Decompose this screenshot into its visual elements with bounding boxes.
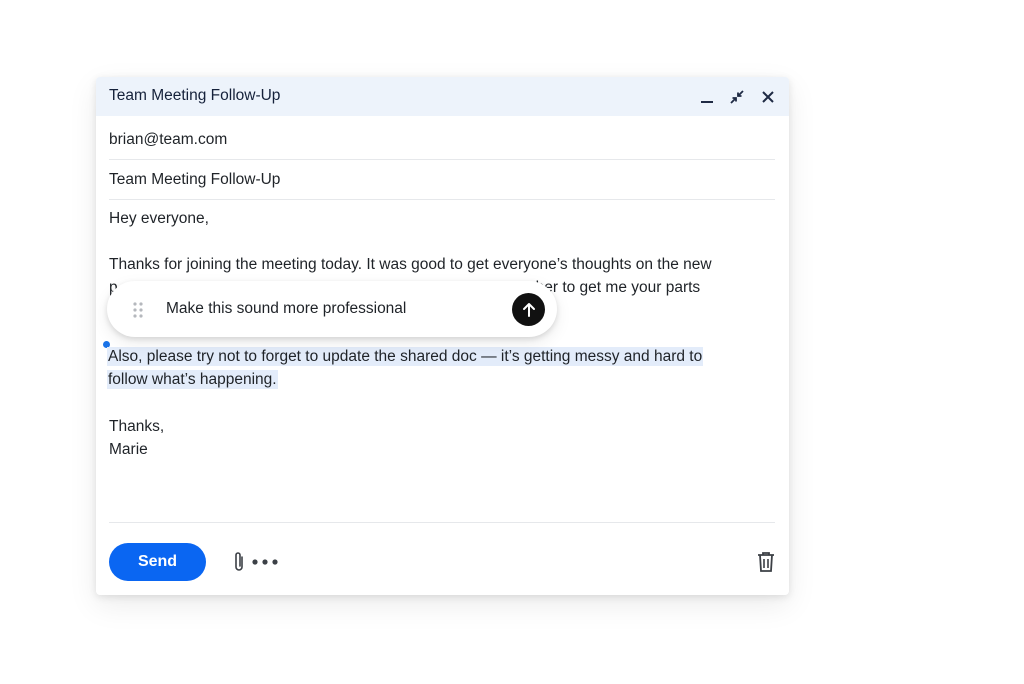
send-button[interactable]: Send: [109, 543, 206, 581]
compose-window: Team Meeting Follow-Up brian@team.com Te…: [96, 77, 789, 595]
body-greeting[interactable]: Hey everyone,: [109, 207, 209, 230]
arrow-up-icon: [522, 302, 535, 317]
compose-titlebar[interactable]: Team Meeting Follow-Up: [96, 77, 789, 116]
trash-icon[interactable]: [757, 551, 775, 573]
collapse-icon: [730, 90, 744, 104]
subject-field[interactable]: Team Meeting Follow-Up: [109, 160, 775, 200]
body-signature[interactable]: Marie: [109, 438, 148, 461]
paperclip-icon[interactable]: [232, 551, 246, 573]
ai-submit-button[interactable]: [512, 293, 545, 326]
minimize-button[interactable]: [697, 87, 717, 107]
window-title: Team Meeting Follow-Up: [109, 87, 281, 104]
to-field-value: brian@team.com: [109, 131, 228, 148]
drag-handle-icon[interactable]: [132, 302, 144, 318]
to-field[interactable]: brian@team.com: [109, 120, 775, 160]
body-signoff[interactable]: Thanks,: [109, 415, 164, 438]
body-para1-line1[interactable]: Thanks for joining the meeting today. It…: [109, 253, 712, 276]
close-button[interactable]: [758, 87, 778, 107]
body-para2-line1[interactable]: Also, please try not to forget to update…: [107, 345, 704, 368]
close-icon: [762, 91, 774, 103]
selected-text: follow what’s happening.: [107, 370, 278, 389]
collapse-button[interactable]: [727, 87, 747, 107]
ai-prompt-input[interactable]: Make this sound more professional: [166, 300, 406, 318]
more-options-icon[interactable]: [251, 556, 279, 568]
body-para2-line2[interactable]: follow what’s happening.: [107, 368, 278, 391]
selected-text: Also, please try not to forget to update…: [107, 347, 704, 366]
ai-prompt-bar[interactable]: Make this sound more professional: [107, 281, 557, 337]
minimize-icon: [701, 101, 713, 103]
footer-divider: [109, 522, 775, 523]
subject-field-value: Team Meeting Follow-Up: [109, 171, 281, 188]
